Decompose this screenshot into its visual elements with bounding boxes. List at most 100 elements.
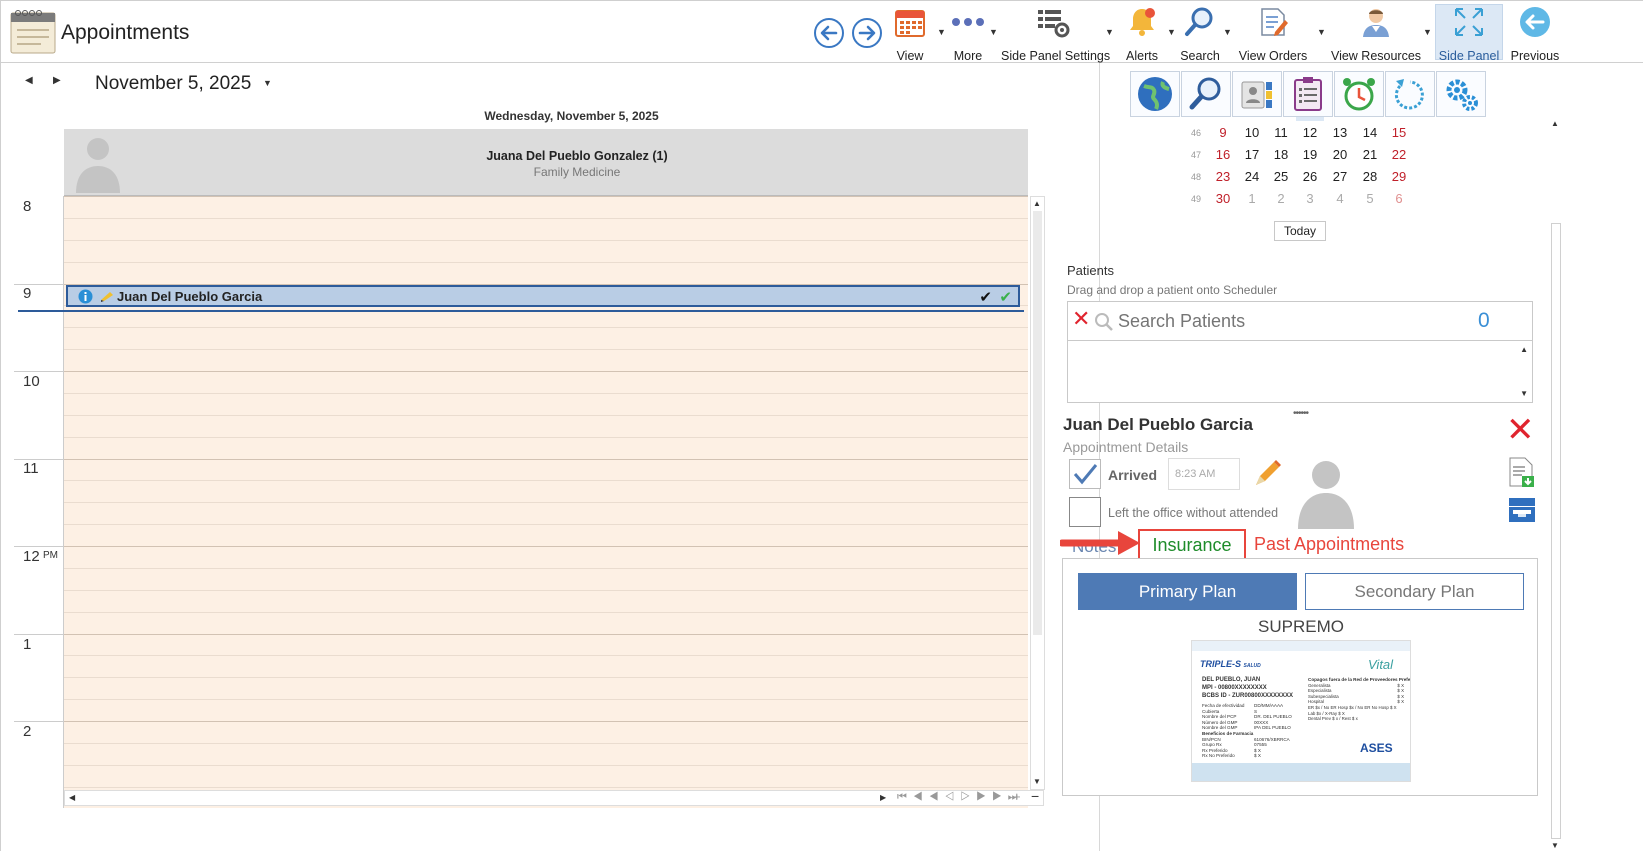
- calendar-day[interactable]: 30: [1208, 191, 1238, 206]
- slot-gridline: [64, 218, 1028, 219]
- side-search-button[interactable]: [1181, 71, 1231, 117]
- side-checklist-button[interactable]: [1283, 71, 1333, 117]
- patient-search-box[interactable]: ✕ 0: [1067, 301, 1533, 341]
- archive-tray-icon[interactable]: [1507, 496, 1537, 524]
- calendar-day[interactable]: 18: [1266, 147, 1296, 162]
- calendar-day[interactable]: 10: [1237, 125, 1267, 140]
- patients-list-scroll-up[interactable]: ▲: [1520, 345, 1528, 354]
- more-button[interactable]: More: [947, 5, 989, 63]
- next-date-arrow[interactable]: ▶: [53, 75, 61, 86]
- view-orders-button[interactable]: View Orders: [1235, 5, 1311, 63]
- view-resources-dropdown-caret[interactable]: ▼: [1423, 27, 1432, 37]
- calendar-day[interactable]: 21: [1355, 147, 1385, 162]
- calendar-day[interactable]: 27: [1325, 169, 1355, 184]
- calendar-day[interactable]: 23: [1208, 169, 1238, 184]
- zoom-out-button[interactable]: −: [1031, 788, 1039, 804]
- arrived-checkbox[interactable]: [1069, 459, 1101, 489]
- navigator-buttons[interactable]: ⏮◀◀◁▷▶▶⏭: [897, 791, 1024, 804]
- date-dropdown-caret[interactable]: ▼: [263, 78, 272, 88]
- patients-list[interactable]: ▲ ▼: [1067, 341, 1533, 403]
- calendar-day[interactable]: 1: [1237, 191, 1267, 206]
- scheduler-horizontal-scrollbar[interactable]: ◀ ▶ ⏮◀◀◁▷▶▶⏭ + −: [64, 788, 1044, 806]
- side-scroll-down-arrow[interactable]: ▼: [1551, 841, 1559, 850]
- calendar-day[interactable]: 3: [1295, 191, 1325, 206]
- scroll-right-arrow[interactable]: ▶: [880, 793, 886, 802]
- previous-label: Previous: [1510, 49, 1560, 63]
- resource-header: Juana Del Pueblo Gonzalez (1) Family Med…: [64, 129, 1028, 196]
- more-dropdown-caret[interactable]: ▼: [989, 27, 998, 37]
- calendar-day[interactable]: 2: [1266, 191, 1296, 206]
- alerts-button[interactable]: Alerts: [1119, 5, 1165, 63]
- previous-button[interactable]: Previous: [1509, 5, 1561, 63]
- scheduler-vertical-scrollbar[interactable]: ▲ ▼: [1030, 196, 1045, 790]
- arrived-time-field[interactable]: 8:23 AM: [1168, 458, 1240, 490]
- alerts-dropdown-caret[interactable]: ▼: [1167, 27, 1176, 37]
- calendar-day[interactable]: 11: [1266, 125, 1296, 140]
- calendar-day[interactable]: 25: [1266, 169, 1296, 184]
- secondary-plan-button[interactable]: Secondary Plan: [1305, 573, 1524, 610]
- scroll-up-arrow[interactable]: ▲: [1033, 199, 1041, 208]
- time-gutter: [14, 196, 64, 808]
- search-dropdown-caret[interactable]: ▼: [1223, 27, 1232, 37]
- side-panel-settings-button[interactable]: Side Panel Settings: [1001, 5, 1110, 63]
- date-selector[interactable]: November 5, 2025: [95, 73, 251, 95]
- clear-search-icon[interactable]: ✕: [1072, 308, 1090, 330]
- side-contact-card-button[interactable]: [1232, 71, 1282, 117]
- view-dropdown-caret[interactable]: ▼: [937, 27, 946, 37]
- calendar-day[interactable]: 13: [1325, 125, 1355, 140]
- calendar-day[interactable]: 28: [1355, 169, 1385, 184]
- side-panel-settings-dropdown-caret[interactable]: ▼: [1105, 27, 1114, 37]
- calendar-day[interactable]: 17: [1237, 147, 1267, 162]
- calendar-day[interactable]: 26: [1295, 169, 1325, 184]
- view-orders-dropdown-caret[interactable]: ▼: [1317, 27, 1326, 37]
- appointment-block[interactable]: Juan Del Pueblo Garcia ✔ ✔: [66, 285, 1020, 307]
- edit-pencil-icon[interactable]: [1252, 459, 1282, 489]
- today-button[interactable]: Today: [1274, 221, 1326, 241]
- scroll-down-arrow[interactable]: ▼: [1033, 777, 1041, 786]
- calendar-day[interactable]: 15: [1384, 125, 1414, 140]
- calendar-day[interactable]: 29: [1384, 169, 1414, 184]
- view-button[interactable]: View: [889, 5, 931, 63]
- magnifier-icon: [1189, 77, 1221, 110]
- calendar-day[interactable]: 19: [1295, 147, 1325, 162]
- document-download-icon[interactable]: [1508, 456, 1536, 488]
- calendar-day[interactable]: 5: [1355, 191, 1385, 206]
- side-scroll-thumb[interactable]: [1551, 223, 1561, 839]
- side-refresh-button[interactable]: [1385, 71, 1435, 117]
- view-resources-button[interactable]: View Resources: [1329, 5, 1423, 63]
- zoom-in-button[interactable]: +: [1013, 789, 1021, 804]
- calendar-day[interactable]: 16: [1208, 147, 1238, 162]
- scroll-left-arrow[interactable]: ◀: [69, 793, 75, 802]
- calendar-day[interactable]: 6: [1384, 191, 1414, 206]
- side-scroll-up-arrow[interactable]: ▲: [1551, 119, 1559, 128]
- past-appointments-tab[interactable]: Past Appointments: [1254, 534, 1404, 555]
- prev-date-arrow[interactable]: ◀: [25, 75, 33, 86]
- calendar-day[interactable]: 12: [1295, 125, 1325, 140]
- splitter-grip[interactable]: ••••••: [1293, 408, 1309, 419]
- card-brand-suffix: SALUD: [1243, 663, 1261, 669]
- search-patients-input[interactable]: [1118, 308, 1458, 334]
- back-arrow-button[interactable]: [813, 17, 845, 49]
- calendar-day[interactable]: 14: [1355, 125, 1385, 140]
- calendar-day[interactable]: 22: [1384, 147, 1414, 162]
- insurance-tab[interactable]: Insurance: [1138, 529, 1246, 560]
- primary-plan-button[interactable]: Primary Plan: [1078, 573, 1297, 610]
- calendar-day[interactable]: 4: [1325, 191, 1355, 206]
- left-office-checkbox[interactable]: [1069, 497, 1101, 527]
- side-settings-button[interactable]: [1436, 71, 1486, 117]
- patients-list-scroll-down[interactable]: ▼: [1520, 389, 1528, 398]
- search-button[interactable]: Search: [1177, 5, 1223, 63]
- slot-gridline: [64, 590, 1028, 591]
- side-globe-button[interactable]: [1130, 71, 1180, 117]
- close-details-icon[interactable]: ✕: [1506, 413, 1535, 447]
- calendar-day[interactable]: 9: [1208, 125, 1238, 140]
- side-panel-button[interactable]: Side Panel: [1435, 4, 1503, 63]
- week-number: 49: [1190, 194, 1201, 204]
- side-panel-scrollbar[interactable]: ▲ ▼: [1549, 119, 1563, 851]
- calendar-day[interactable]: 20: [1325, 147, 1355, 162]
- left-office-label: Left the office without attended: [1108, 506, 1279, 520]
- forward-arrow-button[interactable]: [851, 17, 883, 49]
- scroll-thumb[interactable]: [1033, 211, 1042, 635]
- side-alarm-button[interactable]: [1334, 71, 1384, 117]
- calendar-day[interactable]: 24: [1237, 169, 1267, 184]
